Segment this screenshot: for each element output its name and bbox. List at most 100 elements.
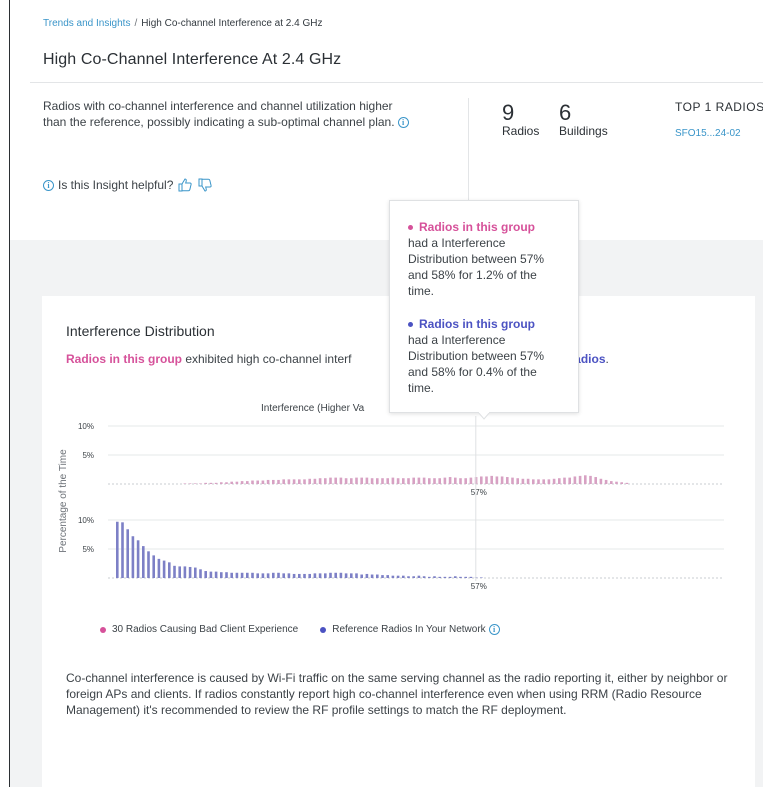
bar-reference-57 [412, 576, 415, 578]
bar-group-41 [329, 477, 332, 484]
breadcrumb-separator: / [134, 18, 138, 29]
bar-group-64 [448, 477, 452, 484]
bar-reference-17 [204, 571, 207, 578]
bar-group-22 [230, 481, 233, 484]
bar-group-20 [220, 482, 223, 484]
bar-group-60 [428, 478, 431, 484]
insight-description: Radios with co-channel interference and … [43, 98, 413, 130]
breadcrumb: Trends and Insights / High Co-channel Inte… [43, 18, 322, 29]
chart-legend: 30 Radios Causing Bad Client Experience … [100, 624, 522, 635]
bar-group-49 [370, 478, 374, 484]
helpful-prompt: Is this Insight helpful? [58, 178, 174, 192]
chart-title: Interference (Higher Va [261, 403, 365, 414]
bar-reference-5 [142, 546, 145, 578]
legend-reference-label: Reference Radios In Your Network [332, 624, 486, 635]
bar-group-72 [490, 475, 493, 484]
tooltip-group-text: had a Interference Distribution between … [408, 236, 545, 298]
bar-reference-42 [334, 572, 337, 578]
bar-group-34 [292, 479, 296, 484]
insight-page: Trends and Insights / High Co-channel Inte… [9, 0, 763, 787]
bar-group-35 [298, 479, 301, 484]
subtitle-mid: exhibited high co-channel interf [182, 352, 352, 366]
bar-reference-19 [214, 571, 218, 578]
bar-reference-14 [188, 566, 192, 578]
bar-group-68 [469, 477, 473, 484]
bar-reference-29 [266, 573, 270, 578]
bar-group-98 [625, 482, 629, 484]
x-marker-label: 57% [471, 582, 487, 591]
bar-group-19 [214, 482, 218, 484]
bar-group-84 [552, 478, 556, 484]
breadcrumb-current: High Co-channel Interference at 2.4 GHz [141, 18, 323, 29]
top-radios-title: TOP 1 RADIOS [675, 100, 763, 114]
tooltip-group-label: Radios in this group [419, 220, 535, 234]
bar-reference-22 [230, 572, 233, 578]
thumbs-up-icon[interactable] [177, 177, 193, 193]
tooltip-group-dot [408, 224, 413, 230]
helpful-feedback: i Is this Insight helpful? [43, 177, 213, 193]
bar-reference-26 [251, 572, 254, 578]
bar-group-38 [313, 478, 317, 484]
bar-group-81 [537, 479, 540, 484]
bar-group-66 [459, 478, 462, 484]
legend-reference-dot [320, 626, 327, 633]
bar-group-15 [194, 483, 197, 484]
top-radio-link[interactable]: SFO15...24-02 [675, 128, 741, 139]
bar-reference-31 [277, 572, 280, 578]
breadcrumb-trends-link[interactable]: Trends and Insights [43, 18, 130, 29]
y-tick-label: 5% [82, 545, 94, 554]
bar-group-85 [558, 478, 561, 484]
bar-reference-35 [298, 573, 301, 578]
bar-group-30 [272, 479, 275, 484]
bar-reference-47 [360, 574, 363, 578]
bar-group-46 [355, 477, 358, 484]
thumbs-down-icon[interactable] [197, 177, 213, 193]
bar-group-71 [485, 476, 488, 484]
bar-reference-44 [344, 573, 348, 578]
buildings-count: 6 [559, 100, 572, 125]
bar-reference-21 [225, 572, 228, 578]
interference-chart: Interference (Higher Va Percentage of th… [58, 403, 724, 591]
y-axis-label: Percentage of the Time [58, 449, 69, 553]
bar-reference-37 [308, 573, 311, 578]
bar-reference-50 [376, 574, 379, 578]
legend-group[interactable]: 30 Radios Causing Bad Client Experience [100, 624, 298, 635]
bar-group-76 [511, 477, 514, 484]
bar-reference-32 [282, 573, 285, 578]
bar-group-80 [532, 479, 535, 484]
y-tick-label: 10% [78, 516, 94, 525]
bar-reference-30 [272, 572, 275, 578]
bar-group-75 [506, 477, 509, 484]
bar-group-74 [500, 476, 504, 484]
bar-group-17 [204, 482, 207, 484]
bar-reference-59 [422, 576, 426, 578]
bar-reference-8 [157, 558, 161, 578]
bar-group-16 [199, 483, 202, 484]
bar-group-37 [308, 478, 311, 484]
bar-group-65 [454, 477, 457, 484]
bar-reference-13 [183, 566, 187, 578]
info-icon[interactable]: i [397, 117, 409, 128]
y-tick-label: 5% [82, 451, 94, 460]
bar-group-83 [547, 479, 551, 484]
bar-group-48 [365, 477, 369, 484]
bar-reference-33 [287, 573, 291, 578]
helpful-info-icon[interactable]: i [43, 179, 54, 191]
bar-group-53 [391, 477, 395, 484]
bar-group-59 [422, 477, 426, 484]
bar-group-58 [417, 477, 421, 484]
bar-group-97 [620, 482, 623, 484]
bar-group-70 [480, 476, 483, 484]
bar-reference-65 [454, 576, 457, 578]
bar-group-88 [573, 476, 577, 484]
legend-reference[interactable]: Reference Radios In Your Network i [320, 624, 500, 635]
bar-group-36 [303, 479, 306, 484]
bar-reference-27 [256, 573, 259, 578]
insight-header: Trends and Insights / High Co-channel Inte… [10, 0, 763, 240]
bar-reference-66 [459, 576, 462, 578]
bar-reference-64 [448, 576, 452, 578]
bar-group-27 [256, 480, 259, 484]
tooltip-reference-dot [408, 321, 413, 327]
bar-reference-16 [199, 569, 202, 578]
reference-info-icon[interactable]: i [488, 624, 500, 635]
